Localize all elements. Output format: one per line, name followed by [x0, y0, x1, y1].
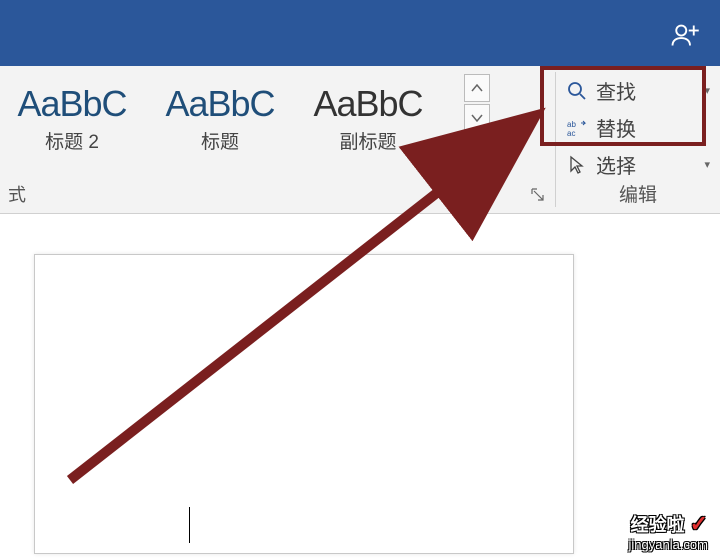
watermark-url: jingyanla.com [629, 537, 709, 552]
style-heading2[interactable]: AaBbC 标题 2 [12, 83, 132, 154]
style-label: 标题 2 [45, 127, 99, 154]
share-icon[interactable] [670, 18, 700, 53]
styles-spinner [464, 74, 490, 162]
styles-scroll-down[interactable] [464, 104, 490, 132]
edit-group-label: 编辑 [556, 180, 720, 207]
title-bar [0, 0, 720, 66]
edit-group: 查找 ▾ abac 替换 选择 ▾ 编辑 [556, 66, 720, 213]
watermark: 经验啦 ✓ jingyanla.com [629, 511, 709, 552]
select-label: 选择 [596, 150, 636, 179]
find-button[interactable]: 查找 ▾ [564, 72, 712, 109]
style-label: 标题 [201, 127, 239, 154]
style-preview-text: AaBbC [17, 83, 126, 125]
chevron-down-icon: ▾ [704, 158, 710, 171]
replace-button[interactable]: abac 替换 [564, 109, 712, 146]
replace-icon: abac [566, 117, 588, 139]
svg-text:ac: ac [567, 129, 575, 137]
styles-group-label: 式 [8, 181, 26, 207]
replace-label: 替换 [596, 113, 636, 142]
search-icon [566, 80, 588, 102]
chevron-down-icon: ▾ [704, 84, 710, 97]
check-icon: ✓ [690, 511, 708, 536]
style-preview-text: AaBbC [313, 83, 422, 125]
styles-more[interactable] [464, 134, 490, 162]
text-cursor [189, 507, 190, 543]
styles-scroll-up[interactable] [464, 74, 490, 102]
svg-text:ab: ab [567, 120, 576, 129]
style-subtitle[interactable]: AaBbC 副标题 [308, 83, 428, 154]
find-label: 查找 [596, 76, 636, 105]
watermark-brand: 经验啦 [631, 515, 685, 535]
select-button[interactable]: 选择 ▾ [564, 146, 712, 183]
styles-gallery[interactable]: AaBbC 标题 2 AaBbC 标题 AaBbC 副标题 [12, 66, 555, 162]
styles-group: AaBbC 标题 2 AaBbC 标题 AaBbC 副标题 [0, 66, 555, 213]
document-page[interactable] [34, 254, 574, 554]
styles-dialog-launcher[interactable] [531, 188, 545, 205]
cursor-icon [566, 154, 588, 176]
style-title[interactable]: AaBbC 标题 [160, 83, 280, 154]
style-label: 副标题 [339, 127, 396, 154]
ribbon: AaBbC 标题 2 AaBbC 标题 AaBbC 副标题 [0, 66, 720, 214]
style-preview-text: AaBbC [165, 83, 274, 125]
